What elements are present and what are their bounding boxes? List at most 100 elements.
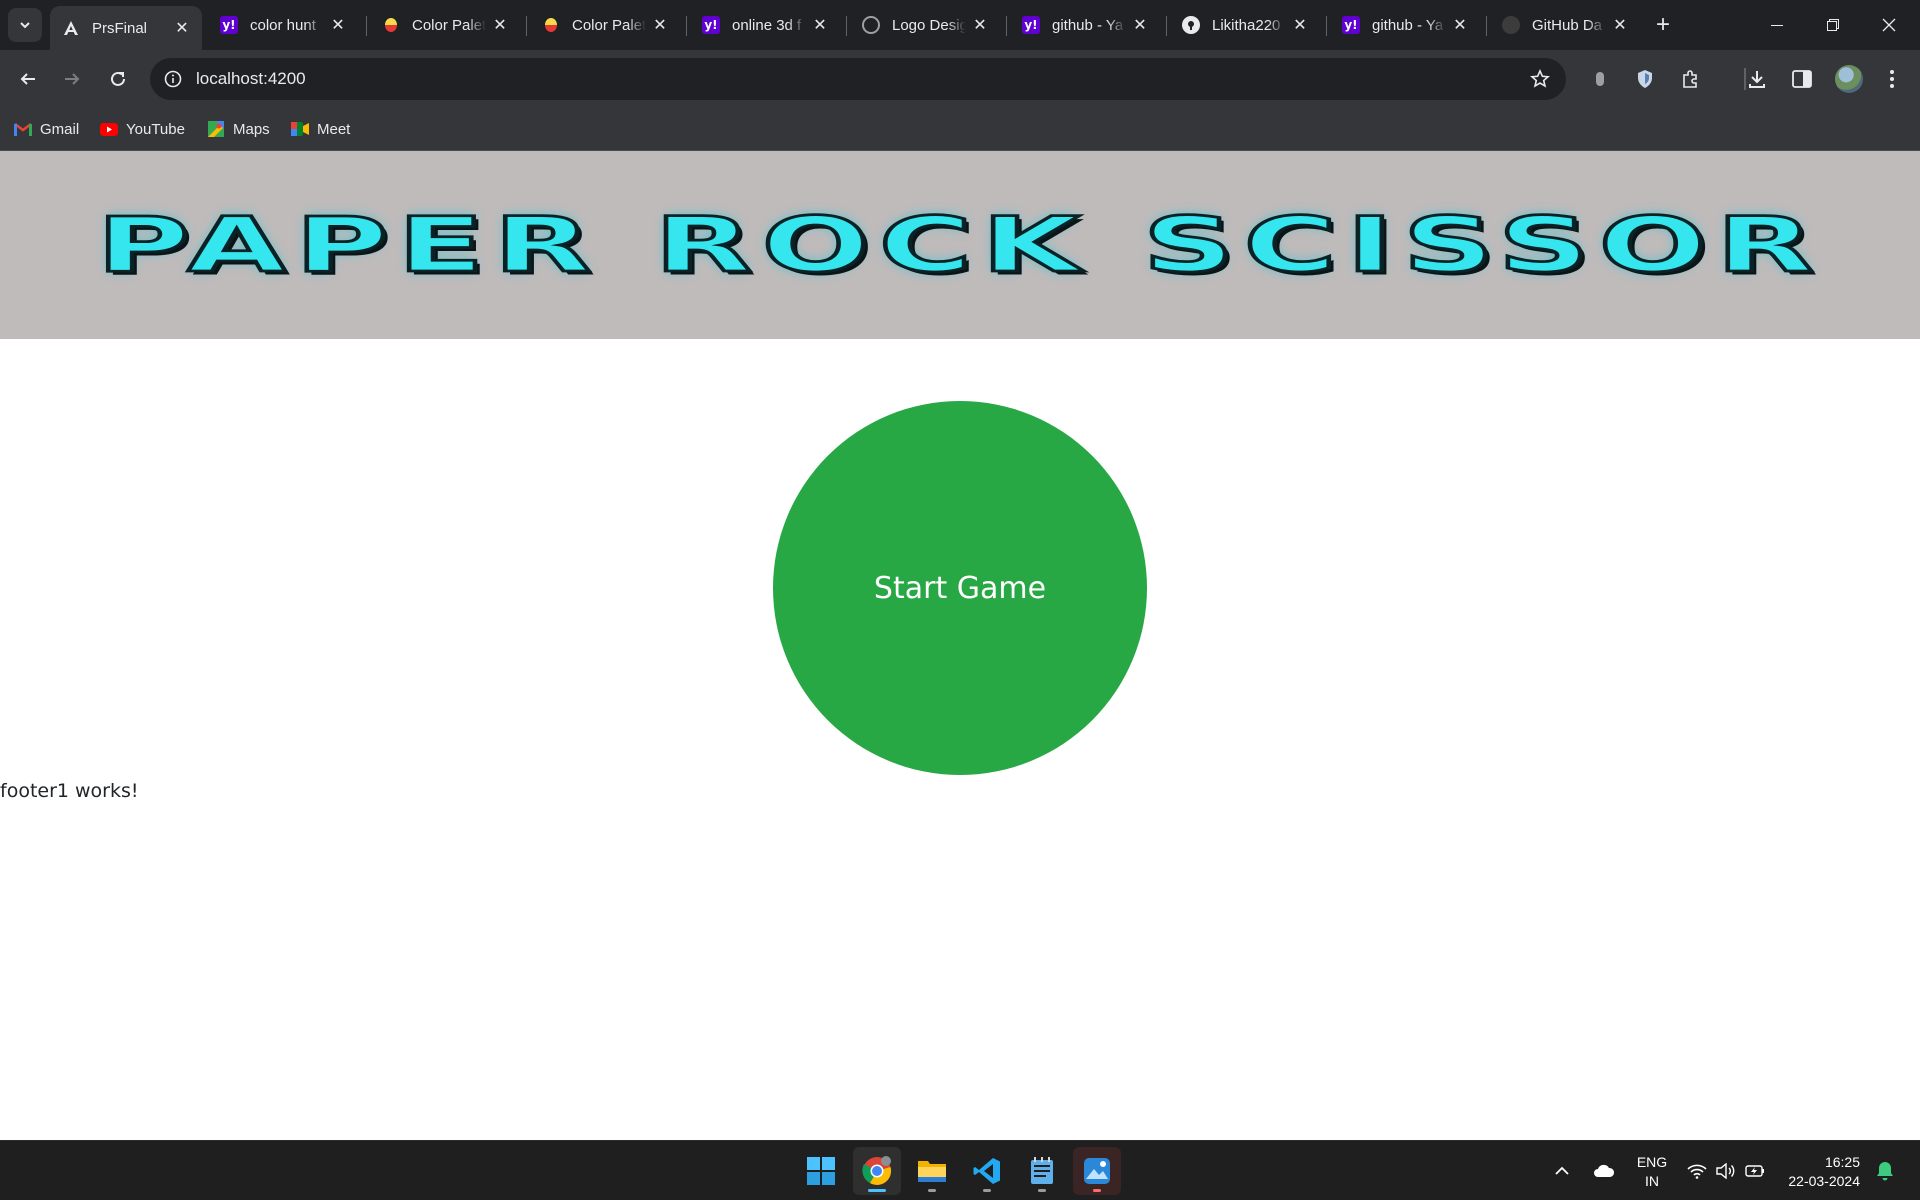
taskbar-photos[interactable] — [1073, 1147, 1121, 1195]
tab-search-button[interactable] — [8, 8, 42, 42]
close-icon[interactable]: ✕ — [810, 15, 830, 35]
reload-icon — [111, 71, 125, 86]
close-window-button[interactable] — [1866, 8, 1912, 42]
bookmark-meet[interactable]: Meet — [291, 117, 350, 141]
address-bar[interactable]: localhost:4200 — [150, 58, 1566, 100]
github-icon — [1502, 16, 1520, 34]
angular-icon — [62, 19, 80, 37]
close-icon[interactable]: ✕ — [1450, 15, 1470, 35]
running-indicator — [1093, 1189, 1101, 1192]
bookmark-star-icon[interactable] — [1528, 67, 1552, 91]
tab-separator — [1006, 16, 1007, 36]
youtube-icon — [100, 121, 118, 137]
profile-avatar[interactable] — [1835, 65, 1863, 93]
tab-separator — [846, 16, 847, 36]
close-icon[interactable]: ✕ — [650, 15, 670, 35]
extension-icon[interactable] — [1587, 66, 1613, 92]
side-panel-icon[interactable] — [1789, 66, 1815, 92]
restore-button[interactable] — [1810, 8, 1856, 42]
color-palette-icon — [385, 18, 397, 32]
tab-color-palette-1[interactable]: Color Palett ✕ — [370, 6, 520, 44]
file-explorer-icon — [918, 1161, 946, 1182]
taskbar-notepad[interactable] — [1018, 1147, 1066, 1195]
onedrive-cloud-icon[interactable] — [1591, 1159, 1617, 1183]
input-language-indicator[interactable]: ENG IN — [1632, 1153, 1672, 1191]
globe-icon — [862, 16, 880, 34]
maps-icon — [207, 121, 225, 137]
url-text[interactable]: localhost:4200 — [196, 69, 306, 89]
volume-icon[interactable] — [1714, 1159, 1736, 1183]
game-title: PAPER ROCK SCISSOR — [94, 200, 1824, 290]
windows-taskbar: ENG IN 16:25 22-03-2024 — [0, 1140, 1920, 1200]
extensions-puzzle-icon[interactable] — [1677, 66, 1703, 92]
forward-button[interactable] — [57, 64, 87, 94]
notepad-icon — [1031, 1157, 1053, 1184]
running-indicator — [1038, 1189, 1046, 1192]
downloads-icon[interactable] — [1744, 66, 1770, 92]
tab-github-yahoo-2[interactable]: y! github - Ya ✕ — [1330, 6, 1480, 44]
close-icon[interactable]: ✕ — [172, 18, 192, 38]
arrow-right-icon — [65, 73, 80, 85]
close-icon[interactable]: ✕ — [1130, 15, 1150, 35]
close-icon[interactable]: ✕ — [970, 15, 990, 35]
restore-icon — [1827, 19, 1839, 31]
new-tab-button[interactable]: + — [1650, 11, 1676, 38]
color-palette-icon — [545, 18, 557, 32]
bookmark-maps[interactable]: Maps — [207, 117, 270, 141]
gmail-icon — [14, 121, 32, 137]
taskbar-file-explorer[interactable] — [908, 1147, 956, 1195]
reload-button[interactable] — [103, 64, 133, 94]
close-icon[interactable]: ✕ — [1610, 15, 1630, 35]
vscode-icon — [973, 1158, 1000, 1184]
tab-github-dashboard[interactable]: GitHub Da ✕ — [1490, 6, 1640, 44]
show-hidden-icons-chevron-up-icon[interactable] — [1551, 1159, 1573, 1183]
close-icon[interactable]: ✕ — [490, 15, 510, 35]
wifi-icon[interactable] — [1686, 1159, 1708, 1183]
taskbar-vscode[interactable] — [963, 1147, 1011, 1195]
tab-separator — [1326, 16, 1327, 36]
tab-logo-design[interactable]: Logo Desig ✕ — [850, 6, 1000, 44]
photos-icon — [1084, 1158, 1110, 1184]
taskbar-chrome[interactable] — [853, 1147, 901, 1195]
browser-tab-strip: PrsFinal ✕ y! color hunt ✕ Color Palett … — [0, 0, 1920, 50]
meet-icon — [291, 121, 309, 137]
chevron-down-icon — [20, 22, 30, 29]
tab-prsfinal[interactable]: PrsFinal ✕ — [50, 6, 202, 50]
bookmark-gmail[interactable]: Gmail — [14, 117, 79, 141]
running-indicator — [983, 1189, 991, 1192]
bookmark-youtube[interactable]: YouTube — [100, 117, 185, 141]
back-button[interactable] — [13, 64, 43, 94]
chrome-icon — [862, 1156, 892, 1185]
yahoo-icon: y! — [1342, 16, 1360, 34]
tab-separator — [366, 16, 367, 36]
windows-start-button[interactable] — [797, 1147, 845, 1195]
close-icon — [1882, 18, 1896, 32]
tab-github-yahoo-1[interactable]: y! github - Ya ✕ — [1010, 6, 1160, 44]
system-clock[interactable]: 16:25 22-03-2024 — [1782, 1153, 1860, 1191]
site-info-icon[interactable] — [160, 66, 186, 92]
tab-color-palette-2[interactable]: Color Palett ✕ — [530, 6, 680, 44]
github-icon — [1182, 16, 1200, 34]
tab-separator — [526, 16, 527, 36]
shield-extension-icon[interactable] — [1632, 66, 1658, 92]
bookmarks-bar: Gmail YouTube Maps Meet — [0, 108, 1920, 151]
start-game-button[interactable]: Start Game — [773, 401, 1147, 775]
battery-charging-icon[interactable] — [1744, 1159, 1766, 1183]
yahoo-icon: y! — [1022, 16, 1040, 34]
tab-separator — [1166, 16, 1167, 36]
windows-start-icon — [807, 1157, 835, 1185]
notification-bell-icon[interactable] — [1874, 1159, 1896, 1183]
browser-toolbar: localhost:4200 — [0, 50, 1920, 108]
footer-text: footer1 works! — [0, 780, 139, 802]
browser-menu-icon[interactable] — [1879, 66, 1905, 92]
tab-likitha[interactable]: Likitha220 ✕ — [1170, 6, 1320, 44]
tab-separator — [1486, 16, 1487, 36]
minimize-button[interactable] — [1754, 8, 1800, 42]
close-icon[interactable]: ✕ — [1290, 15, 1310, 35]
arrow-left-icon — [20, 73, 35, 85]
tab-online-3d[interactable]: y! online 3d f ✕ — [690, 6, 840, 44]
tab-separator — [686, 16, 687, 36]
close-icon[interactable]: ✕ — [328, 15, 348, 35]
tab-color-hunt[interactable]: y! color hunt ✕ — [208, 6, 358, 44]
yahoo-icon: y! — [220, 16, 238, 34]
